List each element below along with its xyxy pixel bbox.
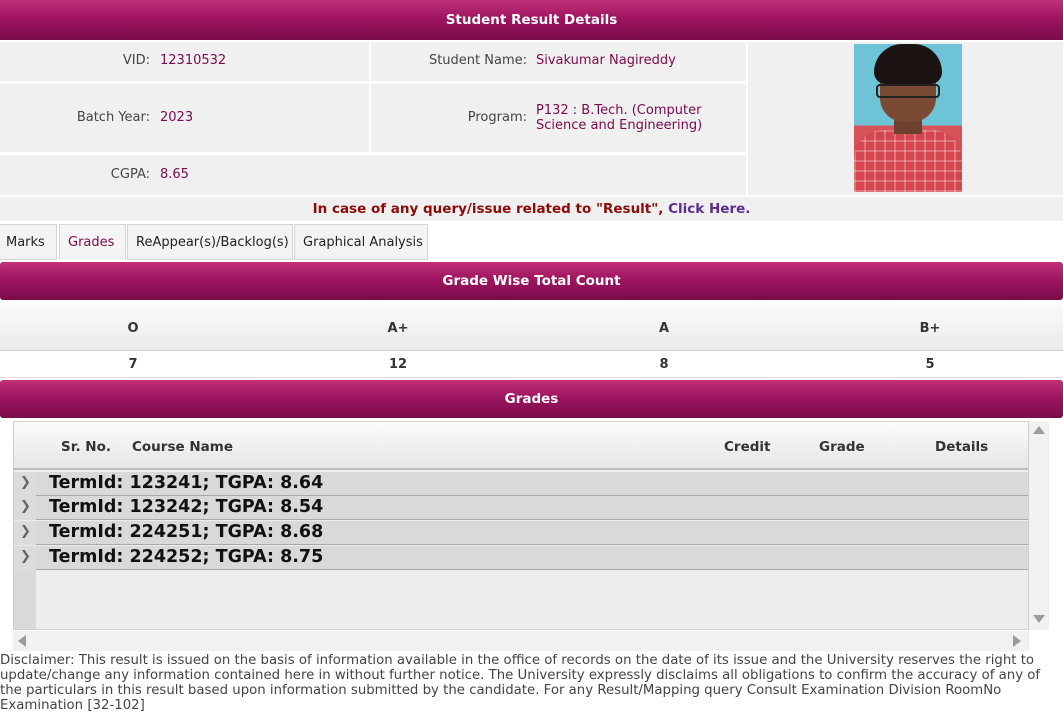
scroll-up-icon[interactable] [1033, 426, 1045, 434]
vertical-scrollbar[interactable] [1029, 421, 1049, 630]
grades-grid: Sr. No. Course Name Credit Grade Details… [13, 421, 1029, 630]
col-details[interactable]: Details [935, 439, 988, 455]
tab-reappear-backlog[interactable]: ReAppear(s)/Backlog(s) [127, 224, 293, 260]
term-group-label: TermId: 224252; TGPA: 8.75 [49, 547, 324, 567]
col-credit[interactable]: Credit [724, 439, 770, 455]
grade-count-aplus-value: 12 [388, 357, 408, 372]
student-name-value: Sivakumar Nagireddy [536, 53, 676, 68]
student-photo [854, 44, 962, 192]
cgpa-value: 8.65 [160, 167, 189, 182]
batch-year-label: Batch Year: [76, 110, 150, 125]
grid-row-gutter [14, 570, 36, 629]
chevron-right-icon[interactable]: ❯ [20, 549, 31, 564]
scroll-left-icon[interactable] [18, 635, 26, 647]
student-name-label: Student Name: [428, 53, 527, 68]
tab-grades[interactable]: Grades [59, 224, 126, 260]
grade-count-col-o: O [127, 321, 139, 336]
program-label: Program: [467, 110, 527, 125]
grades-title: Grades [504, 391, 559, 407]
grade-count-header: Grade Wise Total Count [0, 262, 1063, 300]
grades-grid-header: Sr. No. Course Name Credit Grade Details [14, 422, 1028, 470]
tab-graphical-analysis[interactable]: Graphical Analysis [294, 224, 428, 260]
grade-count-col-bplus: B+ [919, 321, 941, 336]
query-link[interactable]: Click Here. [668, 201, 750, 217]
horizontal-scrollbar[interactable] [13, 631, 1029, 651]
disclaimer-text: Disclaimer: This result is issued on the… [0, 653, 1041, 712]
term-group-row[interactable]: ❯ TermId: 123241; TGPA: 8.64 [14, 472, 1028, 496]
grade-count-title: Grade Wise Total Count [442, 273, 621, 289]
tab-marks[interactable]: Marks [0, 224, 57, 260]
query-text: In case of any query/issue related to "R… [312, 201, 664, 217]
scroll-right-icon[interactable] [1013, 635, 1021, 647]
vid-value: 12310532 [160, 53, 227, 68]
grade-count-bplus-value: 5 [925, 357, 935, 372]
page-header: Student Result Details [0, 0, 1063, 40]
term-group-row[interactable]: ❯ TermId: 123242; TGPA: 8.54 [14, 496, 1028, 520]
term-group-row[interactable]: ❯ TermId: 224251; TGPA: 8.68 [14, 521, 1028, 545]
col-sr-no[interactable]: Sr. No. [61, 439, 111, 455]
chevron-right-icon[interactable]: ❯ [20, 499, 31, 514]
term-group-row[interactable]: ❯ TermId: 224252; TGPA: 8.75 [14, 546, 1028, 570]
grades-header: Grades [0, 380, 1063, 418]
grade-count-o-value: 7 [128, 357, 138, 372]
term-group-label: TermId: 224251; TGPA: 8.68 [49, 522, 324, 542]
grade-count-col-a: A [658, 321, 670, 336]
chevron-right-icon[interactable]: ❯ [20, 524, 31, 539]
grade-count-header-row: O A+ A B+ [0, 304, 1063, 351]
vid-label: VID: [122, 53, 150, 68]
col-course-name[interactable]: Course Name [132, 439, 233, 455]
query-notice: In case of any query/issue related to "R… [0, 197, 1063, 221]
batch-year-value: 2023 [160, 110, 194, 125]
grade-count-values-row: 7 12 8 5 [0, 352, 1063, 378]
cgpa-label: CGPA: [110, 167, 150, 182]
chevron-right-icon[interactable]: ❯ [20, 475, 31, 490]
term-group-label: TermId: 123242; TGPA: 8.54 [49, 497, 324, 517]
page-title: Student Result Details [445, 12, 618, 28]
scroll-down-icon[interactable] [1033, 615, 1045, 623]
col-grade[interactable]: Grade [819, 439, 865, 455]
term-group-label: TermId: 123241; TGPA: 8.64 [49, 473, 324, 493]
grade-count-col-aplus: A+ [387, 321, 409, 336]
grade-count-a-value: 8 [659, 357, 669, 372]
program-value: P132 : B.Tech. (Computer Science and Eng… [536, 103, 703, 133]
